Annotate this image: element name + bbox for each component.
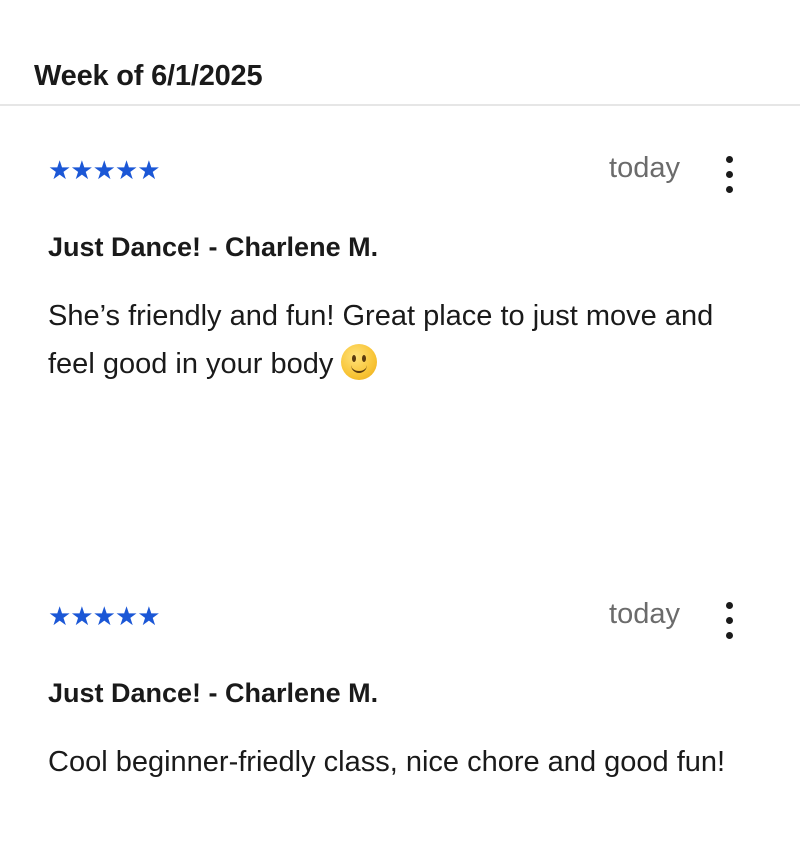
week-title: Week of 6/1/2025 [34, 60, 263, 92]
more-options-button[interactable] [716, 600, 742, 642]
review-body: Cool beginner-friedly class, nice chore … [48, 738, 748, 786]
review-body-text: She’s friendly and fun! Great place to j… [48, 300, 714, 380]
review-time: today [609, 598, 680, 630]
more-vertical-icon [726, 156, 733, 163]
more-vertical-icon-dot [726, 632, 733, 639]
slightly-smiling-face-icon [341, 344, 378, 380]
more-vertical-icon-dot [726, 171, 733, 178]
review-title: Just Dance! - Charlene M. [48, 232, 379, 262]
more-vertical-icon-dot [726, 186, 733, 193]
review-body: She’s friendly and fun! Great place to j… [48, 292, 748, 388]
review-time: today [609, 152, 680, 184]
week-section-header: Week of 6/1/2025 [0, 0, 800, 106]
more-options-button[interactable] [716, 154, 742, 196]
more-vertical-icon-dot [726, 617, 733, 624]
star-rating: ★★★★★ [48, 602, 161, 632]
reviews-page: Week of 6/1/2025 ★★★★★ today Just Dance!… [0, 0, 800, 858]
star-rating: ★★★★★ [48, 156, 161, 186]
more-vertical-icon [726, 602, 733, 609]
review-body-text: Cool beginner-friedly class, nice chore … [48, 746, 726, 778]
review-title: Just Dance! - Charlene M. [48, 678, 379, 708]
